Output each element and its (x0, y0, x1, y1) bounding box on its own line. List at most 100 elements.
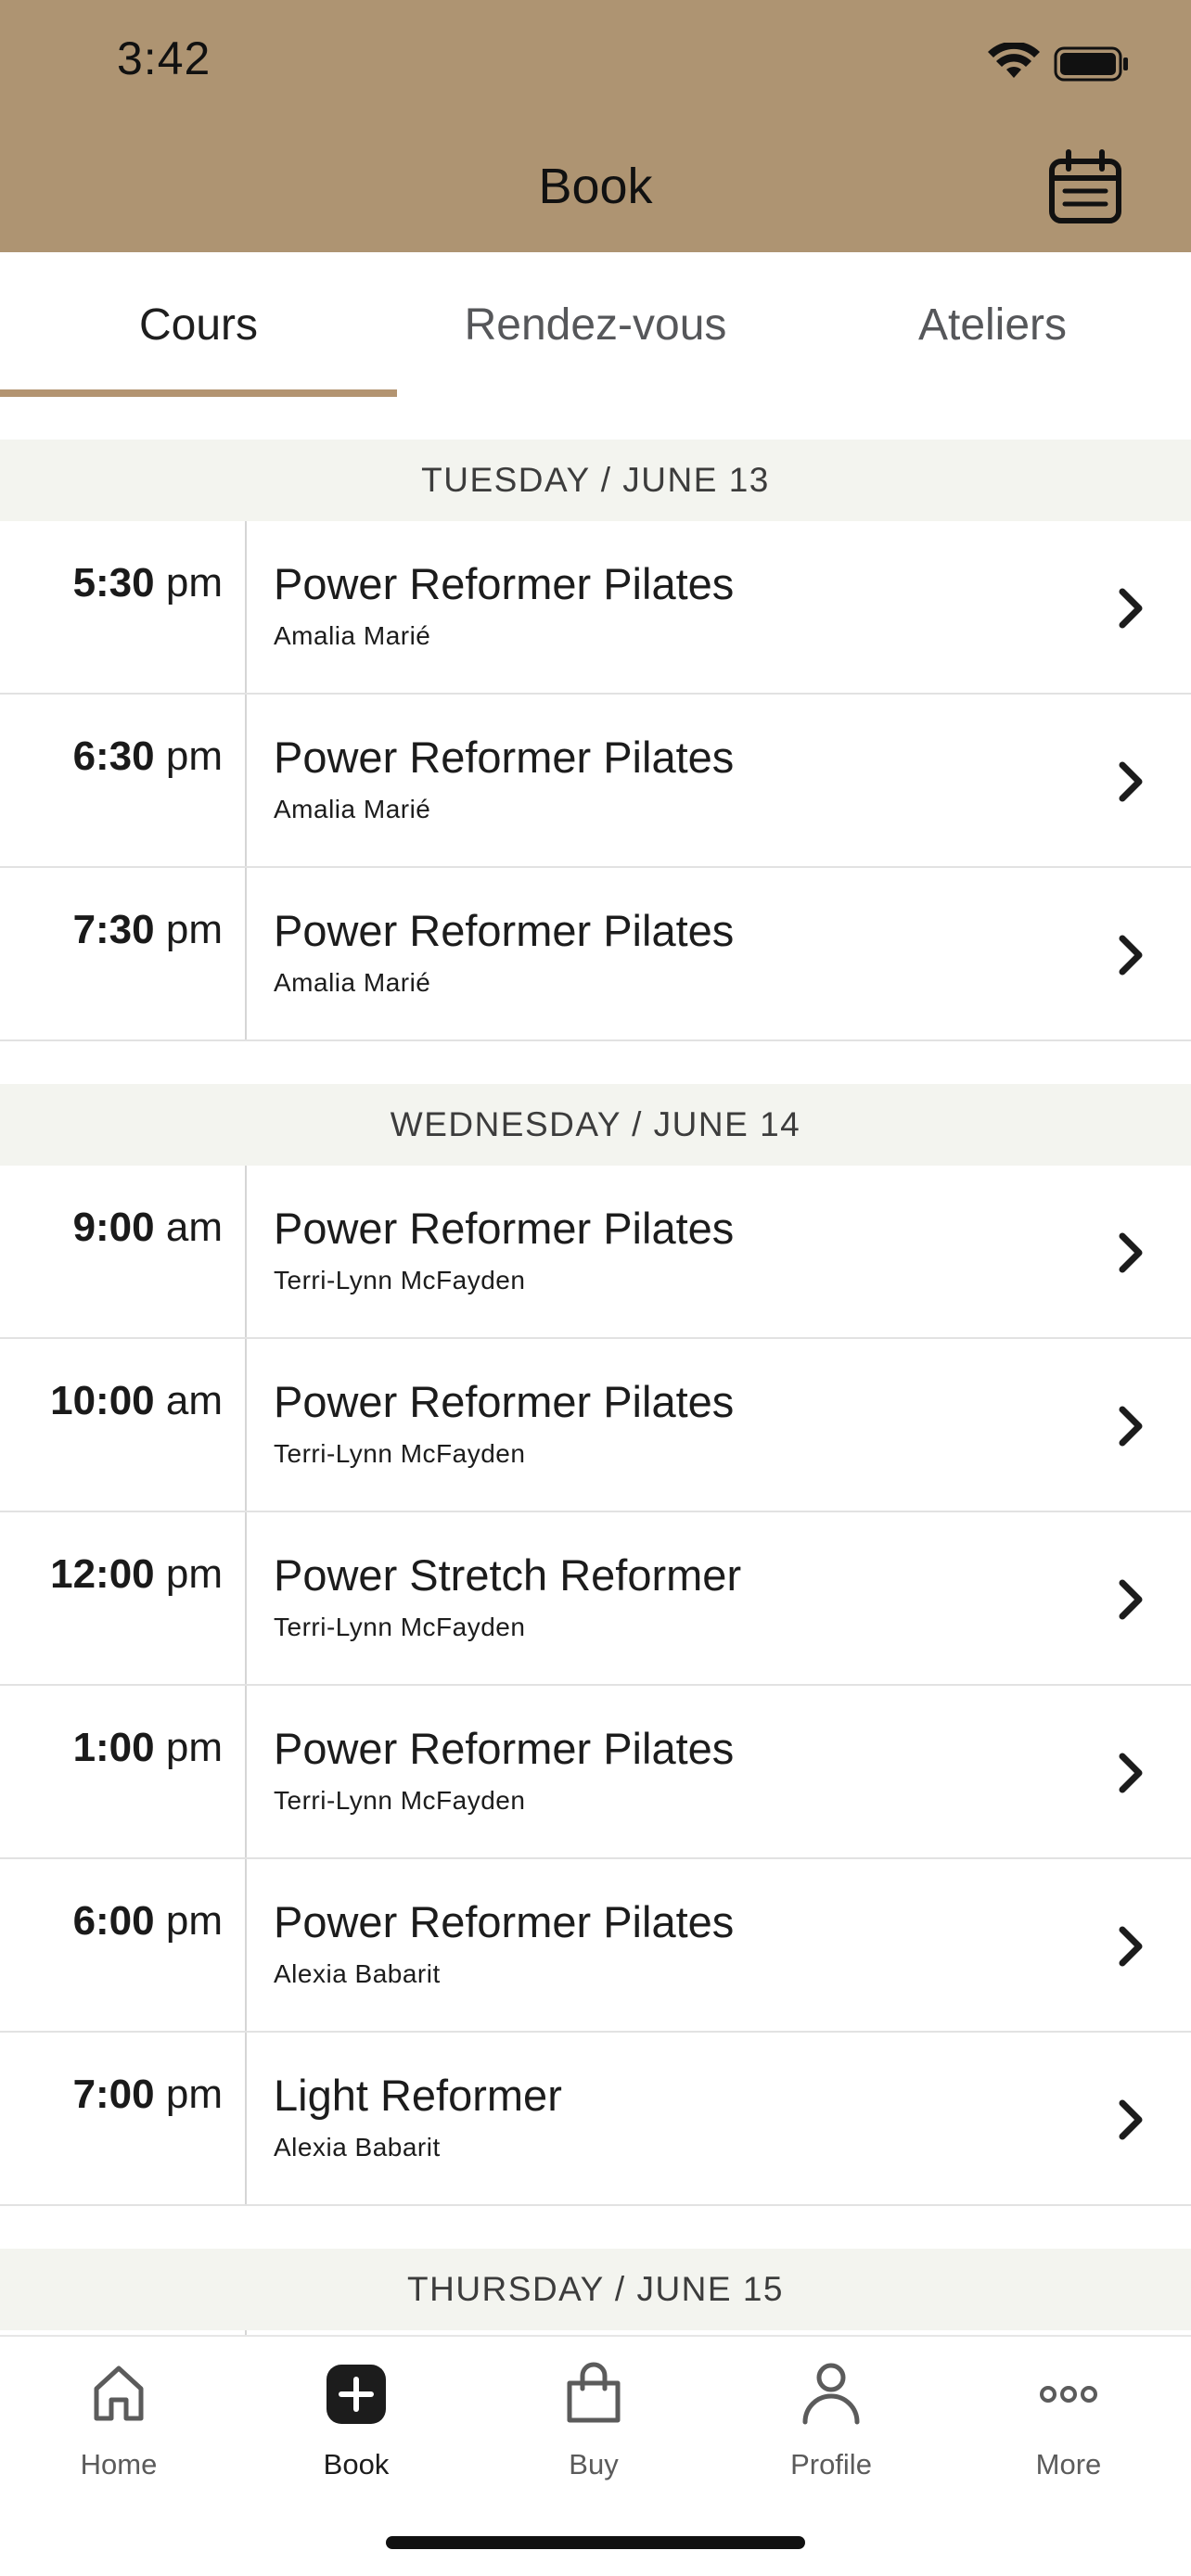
home-indicator (386, 2536, 805, 2549)
tab-cours[interactable]: Cours (0, 252, 397, 397)
class-name: Power Reformer Pilates (274, 1897, 735, 1946)
class-time-value: 6:00 (72, 1898, 155, 1944)
class-row[interactable]: 7:30 pm Power Reformer Pilates Amalia Mari… (0, 868, 1191, 1041)
class-instructor: Alexia Babarit (274, 1959, 441, 1988)
row-divider (245, 1166, 247, 1337)
calendar-icon[interactable] (1046, 148, 1124, 226)
class-name: Power Reformer Pilates (274, 906, 735, 955)
class-time-suffix: pm (165, 1725, 223, 1770)
nav-buy[interactable]: Buy (475, 2337, 712, 2504)
class-name: Power Reformer Pilates (274, 1204, 735, 1253)
nav-profile-label: Profile (790, 2448, 872, 2480)
class-name: Power Reformer Pilates (274, 1377, 735, 1426)
row-divider (245, 695, 247, 866)
class-row[interactable]: 1:00 pm Power Reformer Pilates Terri-Lynn … (0, 1686, 1191, 1859)
class-time-suffix: pm (165, 1898, 223, 1944)
nav-more-label: More (1035, 2448, 1102, 2480)
home-icon (94, 2366, 144, 2421)
nav-home[interactable]: Home (0, 2337, 237, 2504)
day-header: TUESDAY / JUNE 13 (0, 440, 1191, 521)
active-tab-indicator (0, 389, 397, 397)
class-row[interactable]: 6:00 pm Power Reformer Pilates Alexia Baba… (0, 1859, 1191, 2033)
shopping-bag-icon (567, 2362, 621, 2423)
class-time-value: 1:00 (72, 1725, 155, 1770)
chevron-right-icon[interactable] (1111, 759, 1148, 804)
class-row[interactable]: 9:00 am Power Reformer Pilates Terri-Lynn … (0, 1166, 1191, 1339)
class-row[interactable]: 10:00 am Power Reformer Pilates Terri-Lynn… (0, 1339, 1191, 1512)
class-row[interactable]: 7:00 pm Light Reformer Alexia Babarit (0, 2033, 1191, 2206)
class-schedule-list[interactable]: TUESDAY / JUNE 13 5:30 pm Power Reformer P… (0, 440, 1191, 2335)
day-header: WEDNESDAY / JUNE 14 (0, 1084, 1191, 1166)
class-time-value: 5:30 (72, 560, 155, 606)
row-divider (245, 521, 247, 693)
row-divider (245, 868, 247, 1039)
chevron-right-icon[interactable] (1111, 1404, 1148, 1448)
day-header: THURSDAY / JUNE 15 (0, 2249, 1191, 2330)
nav-buy-label: Buy (569, 2448, 619, 2480)
app-header: 3:42 Book (0, 0, 1191, 252)
class-time-suffix: pm (165, 1551, 223, 1597)
class-time-value: 7:30 (72, 907, 155, 952)
class-instructor: Terri-Lynn McFayden (274, 1786, 526, 1815)
day-group: THURSDAY / JUNE 15 (0, 2249, 1191, 2335)
more-dots-icon (1040, 2386, 1097, 2403)
tab-rendez-vous[interactable]: Rendez-vous (397, 252, 794, 397)
row-divider (245, 2033, 247, 2204)
class-name: Power Reformer Pilates (274, 1724, 735, 1773)
page-title: Book (538, 159, 653, 214)
class-instructor: Alexia Babarit (274, 2133, 441, 2162)
plus-square-icon (327, 2365, 386, 2424)
tab-ateliers[interactable]: Ateliers (794, 252, 1191, 397)
class-time-suffix: pm (165, 2072, 223, 2117)
class-time-value: 6:30 (72, 733, 155, 779)
class-instructor: Amalia Marié (274, 621, 431, 650)
chevron-right-icon[interactable] (1111, 1751, 1148, 1795)
class-instructor: Terri-Lynn McFayden (274, 1613, 526, 1641)
class-row[interactable]: 12:00 pm Power Stretch Reformer Terri-Lynn… (0, 1512, 1191, 1686)
class-time-value: 7:00 (72, 2072, 155, 2117)
row-divider (245, 1339, 247, 1511)
chevron-right-icon[interactable] (1111, 1231, 1148, 1275)
class-name: Power Reformer Pilates (274, 733, 735, 782)
class-time: 1:00 pm (73, 1725, 223, 1771)
day-group: TUESDAY / JUNE 13 5:30 pm Power Reformer P… (0, 440, 1191, 1041)
battery-icon (1054, 46, 1128, 82)
wifi-icon (988, 43, 1040, 78)
chevron-right-icon[interactable] (1111, 1577, 1148, 1622)
class-time-suffix: pm (165, 907, 223, 952)
class-time: 7:00 pm (73, 2072, 223, 2118)
status-time: 3:42 (117, 32, 211, 84)
class-instructor: Amalia Marié (274, 968, 431, 997)
class-instructor: Amalia Marié (274, 795, 431, 823)
class-row[interactable]: 5:30 pm Power Reformer Pilates Amalia Mari… (0, 521, 1191, 695)
class-time: 5:30 pm (73, 560, 223, 606)
nav-book-label: Book (323, 2448, 390, 2480)
class-name: Power Reformer Pilates (274, 559, 735, 608)
nav-home-label: Home (80, 2448, 158, 2480)
nav-more[interactable]: More (950, 2337, 1187, 2504)
chevron-right-icon[interactable] (1111, 1924, 1148, 1969)
row-divider (245, 1512, 247, 1684)
class-row[interactable]: 6:30 pm Power Reformer Pilates Amalia Mari… (0, 695, 1191, 868)
class-instructor: Terri-Lynn McFayden (274, 1266, 526, 1294)
chevron-right-icon[interactable] (1111, 2098, 1148, 2142)
chevron-right-icon[interactable] (1111, 586, 1148, 631)
class-time-suffix: am (165, 1205, 223, 1250)
class-time: 7:30 pm (73, 907, 223, 953)
class-name: Power Stretch Reformer (274, 1550, 742, 1600)
nav-profile[interactable]: Profile (712, 2337, 950, 2504)
tab-bar: Cours Rendez-vous Ateliers (0, 252, 1191, 397)
class-time-suffix: pm (165, 733, 223, 779)
row-divider (245, 1686, 247, 1857)
person-icon (802, 2363, 860, 2425)
class-time-value: 10:00 (50, 1378, 155, 1423)
chevron-right-icon[interactable] (1111, 933, 1148, 977)
day-group: WEDNESDAY / JUNE 14 9:00 am Power Reformer… (0, 1084, 1191, 2206)
class-time-value: 12:00 (50, 1551, 155, 1597)
class-time: 6:00 pm (73, 1898, 223, 1945)
nav-book[interactable]: Book (237, 2337, 475, 2504)
class-time-suffix: am (165, 1378, 223, 1423)
class-time-value: 9:00 (72, 1205, 155, 1250)
class-name: Light Reformer (274, 2071, 562, 2120)
class-time: 12:00 pm (50, 1551, 223, 1598)
